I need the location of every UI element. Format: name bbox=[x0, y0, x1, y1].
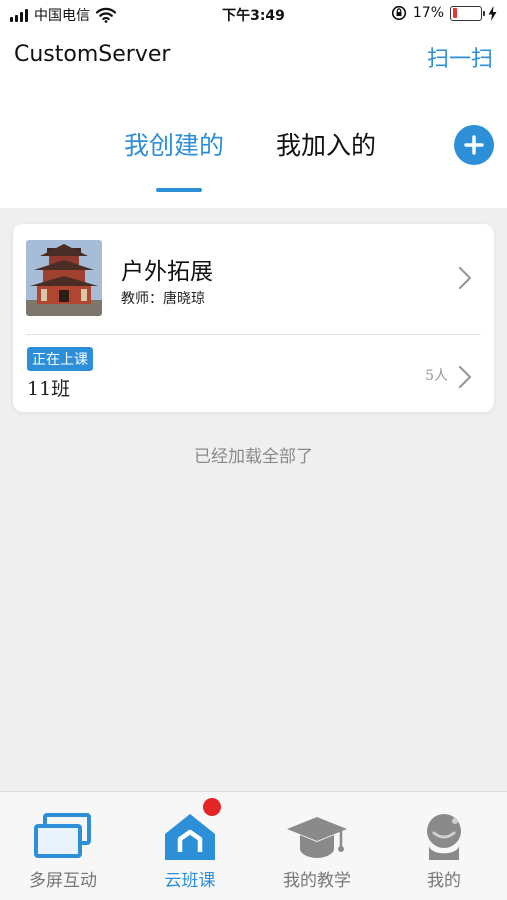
course-name: 户外拓展 bbox=[121, 259, 213, 285]
app-title: CustomServer bbox=[14, 42, 171, 67]
nav-label: 多屏互动 bbox=[29, 871, 97, 891]
list-end-message: 已经加载全部了 bbox=[194, 447, 313, 467]
tab-bar: 我创建的 我加入的 bbox=[0, 126, 507, 166]
nav-label: 我的教学 bbox=[283, 871, 351, 891]
course-card[interactable]: 户外拓展 教师：唐晓琼 正在上课 11班 5人 bbox=[13, 224, 494, 412]
add-class-button[interactable] bbox=[454, 125, 494, 165]
header: CustomServer 扫一扫 我创建的 我加入的 bbox=[0, 28, 507, 208]
charging-icon bbox=[488, 5, 497, 21]
class-name: 11班 bbox=[27, 378, 71, 400]
nav-item-my-teaching[interactable]: 我的教学 bbox=[254, 792, 380, 900]
chevron-right-icon[interactable] bbox=[457, 266, 473, 290]
status-bar: 中国电信 下午3:49 17% bbox=[0, 0, 507, 28]
graduation-cap-icon bbox=[287, 817, 347, 858]
teacher-name: 教师：唐晓琼 bbox=[121, 291, 205, 307]
course-thumbnail bbox=[26, 240, 102, 316]
orientation-lock-icon bbox=[391, 5, 406, 21]
bottom-nav: 多屏互动 云班课 我的教学 我的 bbox=[0, 791, 507, 900]
screens-icon bbox=[34, 813, 91, 858]
notification-dot bbox=[203, 798, 221, 816]
active-tab-indicator bbox=[156, 188, 202, 192]
card-divider bbox=[26, 334, 481, 335]
user-icon bbox=[427, 814, 461, 860]
battery-level bbox=[452, 8, 458, 18]
tab-created[interactable]: 我创建的 bbox=[124, 126, 224, 162]
status-badge: 正在上课 bbox=[27, 347, 93, 371]
chevron-right-icon[interactable] bbox=[457, 365, 473, 389]
plus-icon bbox=[464, 135, 484, 155]
battery-icon bbox=[450, 5, 485, 21]
scan-button[interactable]: 扫一扫 bbox=[427, 41, 493, 73]
battery-percent: 17% bbox=[412, 5, 444, 21]
status-right: 17% bbox=[391, 5, 497, 21]
member-count: 5人 bbox=[425, 368, 448, 384]
nav-item-multiscreen[interactable]: 多屏互动 bbox=[0, 792, 126, 900]
nav-label: 云班课 bbox=[164, 871, 216, 891]
nav-item-cloud-class[interactable]: 云班课 bbox=[127, 792, 253, 900]
nav-label: 我的 bbox=[427, 871, 461, 891]
tab-joined[interactable]: 我加入的 bbox=[276, 126, 376, 162]
nav-item-me[interactable]: 我的 bbox=[381, 792, 507, 900]
home-icon bbox=[165, 814, 215, 860]
